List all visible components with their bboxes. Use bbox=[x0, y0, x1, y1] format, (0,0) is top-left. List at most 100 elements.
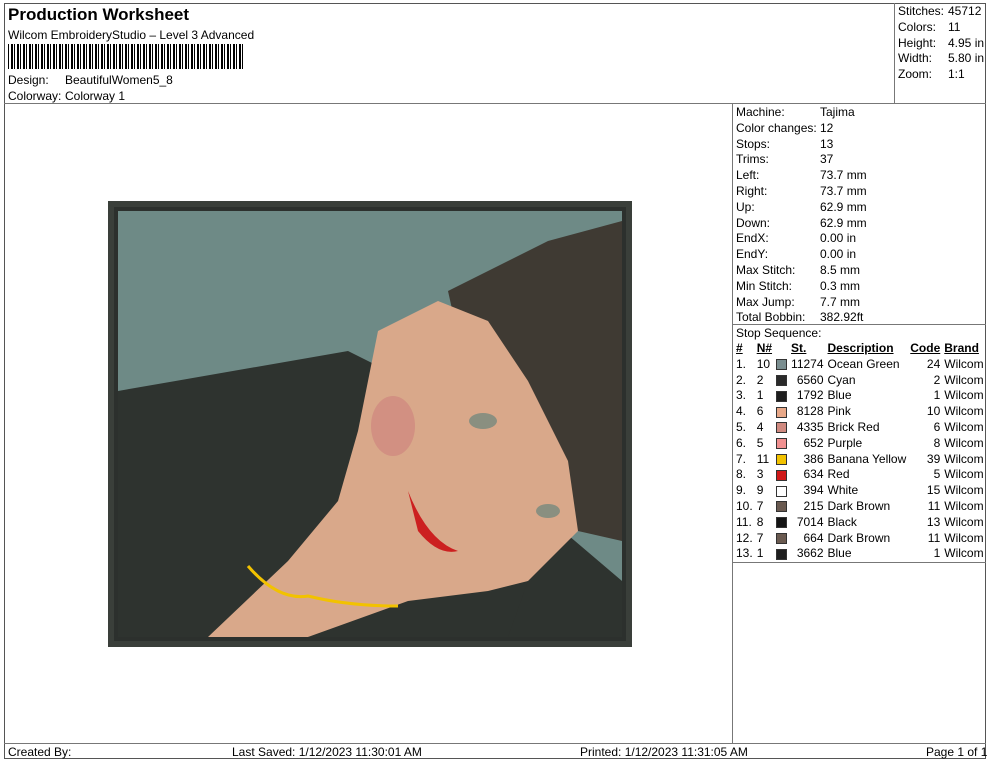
stat-label: Width: bbox=[898, 51, 933, 66]
col-header-swatch bbox=[774, 341, 789, 357]
color-code: 24 bbox=[926, 356, 941, 371]
seq-number: 5. bbox=[736, 419, 747, 434]
machine-info-row: Color changes: 12 bbox=[736, 121, 867, 137]
seq-number: 6. bbox=[736, 435, 747, 450]
color-swatch bbox=[774, 546, 789, 562]
color-description: Brick Red bbox=[827, 419, 880, 434]
col-header: # bbox=[736, 341, 743, 355]
seq-number: 12. bbox=[736, 530, 753, 545]
seq-number: 2. bbox=[736, 372, 747, 387]
color-swatch-icon bbox=[776, 406, 788, 418]
stat-value: 5.80 in bbox=[948, 51, 985, 66]
colorway-label: Colorway: bbox=[8, 89, 62, 103]
thread-brand: Wilcom bbox=[944, 514, 984, 529]
barcode bbox=[8, 44, 243, 69]
needle-number: 6 bbox=[756, 404, 764, 419]
needle-number: 1 bbox=[756, 388, 764, 403]
machine-info-label: Stops: bbox=[736, 136, 771, 151]
color-swatch bbox=[774, 436, 789, 452]
stat-row: Stitches: 45712 bbox=[898, 4, 984, 20]
stitch-count: 11274 bbox=[791, 356, 824, 371]
color-swatch-icon bbox=[776, 485, 788, 497]
machine-info-row: Right: 73.7 mm bbox=[736, 184, 867, 200]
needle-number: 8 bbox=[756, 514, 764, 529]
printed-date: Printed: 1/12/2023 11:31:05 AM bbox=[580, 745, 748, 759]
thread-brand: Wilcom bbox=[944, 435, 984, 450]
needle-number: 3 bbox=[756, 467, 764, 482]
color-code: 13 bbox=[926, 514, 941, 529]
seq-number: 4. bbox=[736, 404, 747, 419]
stitch-count: 3662 bbox=[796, 546, 824, 561]
machine-info-row: Stops: 13 bbox=[736, 137, 867, 153]
page-title: Production Worksheet bbox=[8, 5, 190, 24]
machine-info-row: Min Stitch: 0.3 mm bbox=[736, 279, 867, 295]
seq-number: 7. bbox=[736, 451, 747, 466]
stitch-count: 394 bbox=[803, 483, 824, 498]
table-row: 11. 8 7014 Black 13 Wilcom bbox=[734, 515, 986, 531]
stitch-count: 8128 bbox=[796, 404, 824, 419]
color-description: Cyan bbox=[827, 372, 856, 387]
machine-info-value: 62.9 mm bbox=[820, 215, 867, 230]
color-code: 39 bbox=[926, 451, 941, 466]
stat-value: 1:1 bbox=[948, 67, 965, 82]
needle-number: 7 bbox=[756, 498, 764, 513]
thread-brand: Wilcom bbox=[944, 546, 984, 561]
color-swatch-icon bbox=[776, 469, 788, 481]
thread-brand: Wilcom bbox=[944, 498, 984, 513]
color-code: 1 bbox=[933, 388, 941, 403]
color-swatch bbox=[774, 404, 789, 420]
stat-row: Zoom: 1:1 bbox=[898, 67, 984, 83]
machine-info-value: 0.00 in bbox=[820, 247, 857, 262]
stitch-count: 7014 bbox=[796, 514, 824, 529]
machine-info-row: Max Jump: 7.7 mm bbox=[736, 295, 867, 311]
thread-brand: Wilcom bbox=[944, 404, 984, 419]
thread-brand: Wilcom bbox=[944, 530, 984, 545]
machine-info-value: 0.00 in bbox=[820, 231, 857, 246]
color-swatch-icon bbox=[776, 359, 788, 371]
thread-brand: Wilcom bbox=[944, 467, 984, 482]
machine-info-row: Trims: 37 bbox=[736, 152, 867, 168]
table-row: 8. 3 634 Red 5 Wilcom bbox=[734, 467, 986, 483]
needle-number: 7 bbox=[756, 530, 764, 545]
stitch-count: 6560 bbox=[796, 372, 824, 387]
color-description: White bbox=[827, 483, 859, 498]
seq-number: 9. bbox=[736, 483, 747, 498]
color-swatch bbox=[774, 515, 789, 531]
needle-number: 10 bbox=[756, 356, 771, 371]
machine-info-row: Left: 73.7 mm bbox=[736, 168, 867, 184]
machine-info-row: EndX: 0.00 in bbox=[736, 231, 867, 247]
last-saved: Last Saved: 1/12/2023 11:30:01 AM bbox=[232, 745, 422, 759]
stat-value: 4.95 in bbox=[948, 35, 985, 50]
stitch-count: 4335 bbox=[796, 419, 824, 434]
color-code: 5 bbox=[933, 467, 941, 482]
machine-info-row: Up: 62.9 mm bbox=[736, 200, 867, 216]
color-code: 8 bbox=[933, 435, 941, 450]
col-header: Code bbox=[910, 341, 941, 355]
color-code: 10 bbox=[926, 404, 941, 419]
color-description: Ocean Green bbox=[827, 356, 900, 371]
machine-info-label: Machine: bbox=[736, 105, 785, 119]
machine-info-label: Right: bbox=[736, 183, 768, 198]
panel-divider bbox=[732, 103, 733, 743]
thread-brand: Wilcom bbox=[944, 356, 984, 371]
color-code: 2 bbox=[933, 372, 941, 387]
color-description: Dark Brown bbox=[827, 530, 891, 545]
machine-info-value: 13 bbox=[820, 136, 834, 151]
stitch-count: 652 bbox=[803, 435, 824, 450]
color-swatch-icon bbox=[776, 374, 788, 386]
col-header: St. bbox=[791, 341, 807, 355]
machine-info-label: Color changes: bbox=[736, 120, 817, 135]
table-row: 4. 6 8128 Pink 10 Wilcom bbox=[734, 404, 986, 420]
needle-number: 4 bbox=[756, 419, 764, 434]
machine-info-value: 73.7 mm bbox=[820, 183, 867, 198]
machine-info-label: EndX: bbox=[736, 231, 769, 246]
thread-brand: Wilcom bbox=[944, 483, 984, 498]
page-number: Page 1 of 1 bbox=[926, 745, 988, 759]
color-description: Blue bbox=[827, 546, 852, 561]
table-row: 12. 7 664 Dark Brown 11 Wilcom bbox=[734, 531, 986, 547]
machine-info-value: Tajima bbox=[820, 105, 855, 119]
color-swatch bbox=[774, 531, 789, 547]
software-name: Wilcom EmbroideryStudio – Level 3 Advanc… bbox=[8, 28, 255, 42]
machine-info-value: 73.7 mm bbox=[820, 168, 867, 183]
color-description: Pink bbox=[827, 404, 851, 419]
